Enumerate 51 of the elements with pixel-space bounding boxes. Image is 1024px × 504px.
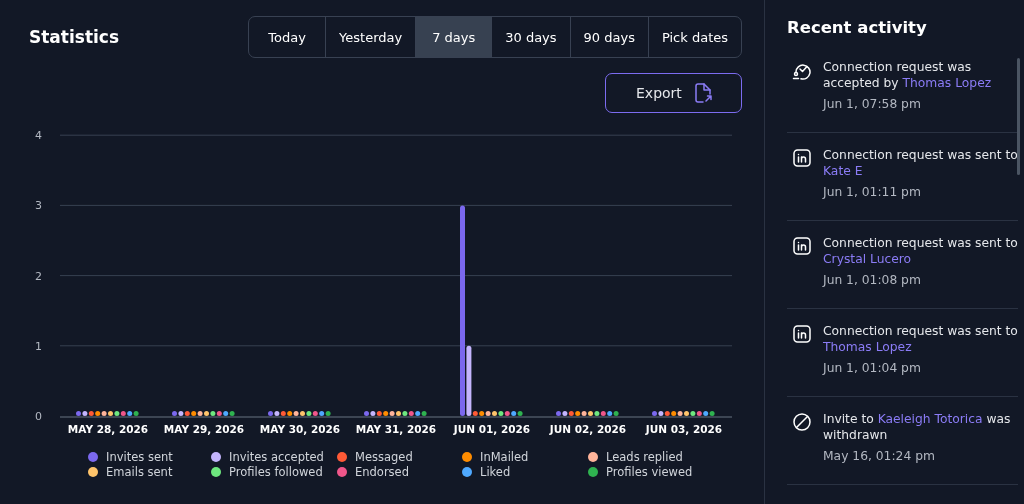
- y-axis-label: 1: [35, 339, 42, 353]
- legend-label: Endorsed: [355, 464, 409, 479]
- activity-text: Connection request was sent to Thomas Lopez: [823, 323, 1018, 355]
- legend-label: Leads replied: [606, 449, 683, 464]
- range-tab[interactable]: Pick dates: [647, 17, 741, 57]
- x-axis-label: MAY 31, 2026: [355, 423, 437, 435]
- range-tab[interactable]: 30 days: [491, 17, 570, 57]
- legend-label: Messaged: [355, 449, 413, 464]
- y-axis-label: 2: [35, 269, 42, 283]
- file-export-icon: [693, 83, 712, 103]
- export-button[interactable]: Export: [605, 73, 742, 113]
- contact-link[interactable]: Thomas Lopez: [823, 340, 912, 354]
- x-axis-label: JUN 03, 2026: [645, 423, 723, 435]
- legend-label: Profiles viewed: [606, 464, 693, 479]
- legend-label: InMailed: [480, 449, 529, 464]
- x-axis-label: JUN 02, 2026: [549, 423, 627, 435]
- activity-text: Connection request was sent to Crystal Lucero: [823, 235, 1018, 267]
- activity-time: Jun 1, 01:11 pm: [823, 185, 922, 199]
- section-title: Recent activity: [787, 18, 928, 37]
- y-axis-label: 4: [35, 129, 42, 143]
- legend-label: Emails sent: [106, 464, 173, 479]
- activity-text: Connection request was sent to Kate E: [823, 147, 1018, 179]
- range-tab[interactable]: Today: [249, 17, 326, 57]
- range-tab[interactable]: 7 days: [415, 17, 492, 57]
- activity-time: May 16, 01:24 pm: [823, 449, 936, 463]
- y-axis-label: 0: [35, 410, 42, 423]
- linkedin-icon: [792, 324, 812, 344]
- contact-link[interactable]: Kaeleigh Totorica: [877, 412, 983, 426]
- activity-time: Jun 1, 01:08 pm: [823, 273, 922, 287]
- legend-label: Profiles followed: [229, 464, 323, 479]
- x-axis-label: MAY 28, 2026: [67, 423, 149, 435]
- legend-label: Liked: [480, 464, 511, 479]
- activity-time: Jun 1, 07:58 pm: [823, 97, 922, 111]
- blocked-icon: [792, 412, 812, 432]
- activity-time: Jun 1, 01:04 pm: [823, 361, 922, 375]
- y-axis-label: 3: [35, 199, 42, 213]
- scrollbar[interactable]: [1017, 58, 1020, 175]
- page-title: Statistics: [29, 27, 120, 47]
- activity-text: Connection request was accepted by Thomas Lopez: [823, 59, 993, 91]
- linkedin-icon: [792, 148, 812, 168]
- x-axis-label: JUN 01, 2026: [453, 423, 531, 435]
- x-axis-label: MAY 29, 2026: [163, 423, 245, 435]
- activity-text: Invite to Kaeleigh Totorica was withdrawn: [823, 411, 1012, 443]
- contact-link[interactable]: Crystal Lucero: [823, 252, 912, 266]
- linkedin-icon: [792, 236, 812, 256]
- legend-label: Invites accepted: [229, 449, 324, 464]
- range-tab[interactable]: 90 days: [569, 17, 648, 57]
- x-axis-label: MAY 30, 2026: [259, 423, 341, 435]
- legend-label: Invites sent: [106, 449, 173, 464]
- contact-link[interactable]: Kate E: [823, 164, 863, 178]
- contact-link[interactable]: Thomas Lopez: [902, 76, 992, 90]
